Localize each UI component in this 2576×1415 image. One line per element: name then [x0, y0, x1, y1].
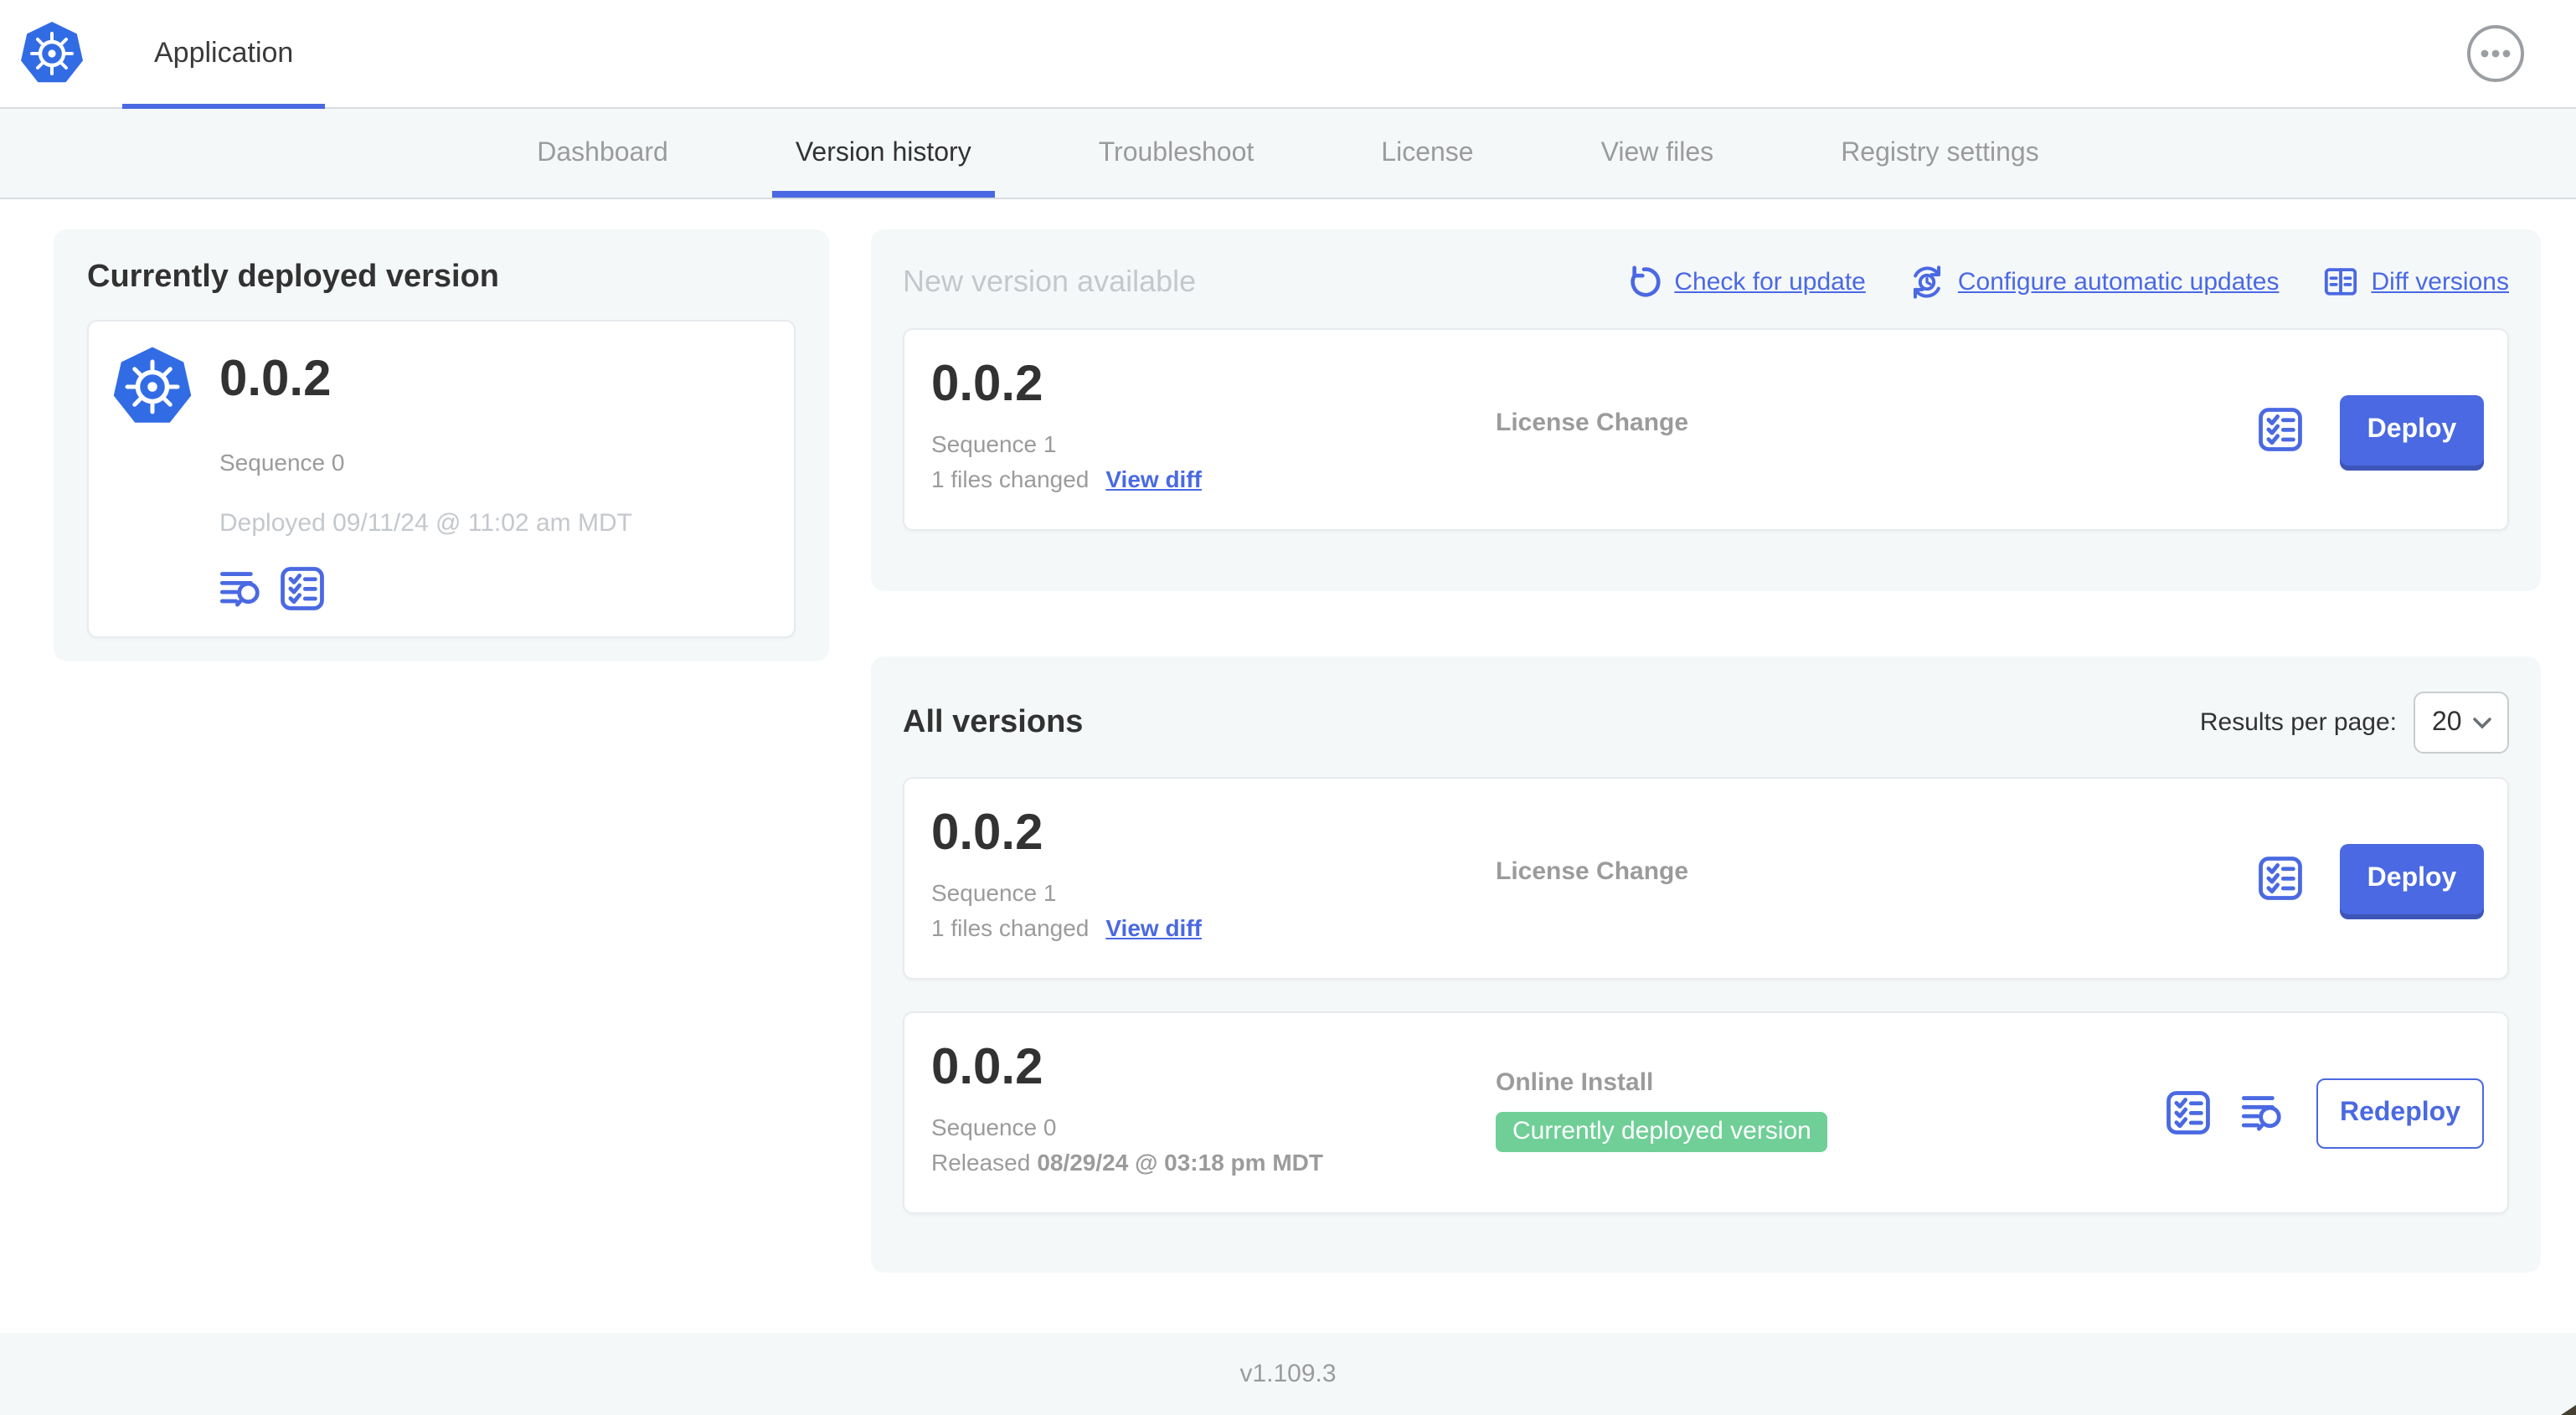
- tab-version-history[interactable]: Version history: [771, 109, 995, 198]
- check-for-update-label: Check for update: [1674, 267, 1866, 296]
- chevron-down-icon: [2473, 717, 2491, 728]
- source-label: License Change: [1496, 857, 1689, 886]
- sequence-label: Sequence 0: [219, 449, 345, 476]
- version-row: 0.0.2 Sequence 1 1 files changed View dif…: [903, 777, 2509, 980]
- app-tab-label: Application: [154, 37, 294, 69]
- currently-deployed-title: Currently deployed version: [87, 260, 500, 295]
- preflight-checks-button[interactable]: [280, 566, 325, 611]
- tab-dashboard[interactable]: Dashboard: [537, 109, 668, 198]
- deploy-button[interactable]: Deploy: [2340, 843, 2484, 913]
- results-per-page-select[interactable]: 20: [2414, 692, 2509, 754]
- main-content: Currently deployed version 0.0.2 Sequenc…: [0, 199, 2576, 1333]
- preflight-checks-button[interactable]: [2258, 407, 2303, 452]
- version-number: 0.0.2: [931, 357, 1043, 412]
- checklist-icon: [2258, 407, 2303, 452]
- released-timestamp: Released 08/29/24 @ 03:18 pm MDT: [931, 1149, 1323, 1176]
- checklist-icon: [2166, 1090, 2211, 1135]
- new-version-actions: Check for update Configure automatic upd…: [1625, 264, 2509, 299]
- results-per-page-label: Results per page:: [2199, 708, 2397, 737]
- preflight-checks-button[interactable]: [2166, 1090, 2211, 1135]
- schedule-icon: [1913, 265, 1940, 298]
- version-number: 0.0.2: [931, 1040, 1043, 1095]
- ellipsis-icon: [2467, 25, 2524, 82]
- top-bar: Application: [0, 0, 2576, 109]
- diff-versions-link[interactable]: Diff versions: [2322, 264, 2509, 299]
- tab-license[interactable]: License: [1381, 109, 1473, 198]
- redeploy-button[interactable]: Redeploy: [2316, 1078, 2484, 1148]
- configure-automatic-updates-label: Configure automatic updates: [1957, 267, 2280, 296]
- files-changed: 1 files changed View diff: [931, 466, 1202, 492]
- released-date: 08/29/24 @ 03:18 pm MDT: [1037, 1149, 1323, 1176]
- files-changed-label: 1 files changed: [931, 914, 1090, 941]
- new-version-card: 0.0.2 Sequence 1 1 files changed View dif…: [903, 328, 2509, 531]
- deployed-timestamp: Deployed 09/11/24 @ 11:02 am MDT: [219, 509, 632, 538]
- currently-deployed-badge: Currently deployed version: [1496, 1112, 1828, 1152]
- version-number: 0.0.2: [931, 805, 1043, 861]
- all-versions-section: All versions Results per page: 20 0.0.2 …: [871, 656, 2541, 1273]
- results-per-page-value: 20: [2432, 708, 2462, 736]
- checklist-icon: [280, 566, 325, 611]
- all-versions-title: All versions: [903, 704, 1084, 739]
- view-logs-button[interactable]: [2241, 1090, 2286, 1135]
- view-diff-link[interactable]: View diff: [1105, 914, 1202, 941]
- version-rows: 0.0.2 Sequence 1 1 files changed View dif…: [903, 777, 2509, 1214]
- new-version-title: New version available: [903, 264, 1197, 297]
- page-tabbar: Dashboard Version history Troubleshoot L…: [0, 109, 2576, 199]
- all-versions-header: All versions Results per page: 20: [903, 692, 2509, 754]
- version-info: 0.0.2 Sequence 1 1 files changed View dif…: [931, 802, 1202, 941]
- app-tab[interactable]: Application: [122, 0, 326, 109]
- kots-admin-console: Application Dashboard Version history Tr…: [0, 0, 2576, 1415]
- source-label: Online Install: [1496, 1068, 1654, 1097]
- files-changed-label: 1 files changed: [931, 466, 1090, 492]
- configure-automatic-updates-link[interactable]: Configure automatic updates: [1909, 264, 2280, 299]
- more-menu-button[interactable]: [2465, 23, 2526, 84]
- new-version-section: New version available Check for update C…: [871, 229, 2541, 591]
- logs-icon: [219, 566, 265, 611]
- console-version: v1.109.3: [1239, 1360, 1337, 1388]
- version-info: 0.0.2 Sequence 1 1 files changed View dif…: [931, 353, 1202, 492]
- sequence-label: Sequence 1: [931, 430, 1057, 457]
- sequence-label: Sequence 0: [931, 1114, 1057, 1140]
- check-for-update-link[interactable]: Check for update: [1625, 264, 1866, 299]
- view-diff-link[interactable]: View diff: [1105, 466, 1202, 492]
- version-number: 0.0.2: [219, 352, 332, 407]
- diff-icon: [2324, 267, 2357, 295]
- results-per-page: Results per page: 20: [2200, 692, 2509, 754]
- currently-deployed-card: 0.0.2 Sequence 0 Deployed 09/11/24 @ 11:…: [87, 320, 796, 638]
- version-actions: Redeploy: [2166, 1078, 2484, 1148]
- view-logs-button[interactable]: [219, 566, 265, 611]
- tab-view-files[interactable]: View files: [1601, 109, 1714, 198]
- tab-troubleshoot[interactable]: Troubleshoot: [1099, 109, 1255, 198]
- tab-registry-settings[interactable]: Registry settings: [1841, 109, 2039, 198]
- sequence-label: Sequence 1: [931, 879, 1057, 906]
- released-prefix: Released: [931, 1149, 1031, 1176]
- cursor-artifact: [2561, 1405, 2576, 1415]
- files-changed: 1 files changed View diff: [931, 914, 1202, 941]
- current-card-actions: [219, 566, 325, 611]
- version-info: 0.0.2 Sequence 0 Released 08/29/24 @ 03:1…: [931, 1037, 1323, 1176]
- kubernetes-app-icon: [111, 345, 194, 429]
- checklist-icon: [2258, 856, 2303, 901]
- version-actions: Deploy: [2258, 843, 2484, 913]
- preflight-checks-button[interactable]: [2258, 856, 2303, 901]
- refresh-icon: [1630, 265, 1660, 296]
- source-label: License Change: [1496, 409, 1689, 437]
- deploy-button[interactable]: Deploy: [2340, 394, 2484, 465]
- version-row: 0.0.2 Sequence 0 Released 08/29/24 @ 03:1…: [903, 1011, 2509, 1214]
- kubernetes-logo-icon: [18, 20, 85, 87]
- version-actions: Deploy: [2258, 394, 2484, 465]
- new-version-header: New version available Check for update C…: [903, 261, 2509, 301]
- diff-versions-label: Diff versions: [2371, 267, 2509, 296]
- footer: v1.109.3: [0, 1333, 2576, 1415]
- currently-deployed-section: Currently deployed version 0.0.2 Sequenc…: [54, 229, 829, 661]
- logs-icon: [2241, 1090, 2286, 1135]
